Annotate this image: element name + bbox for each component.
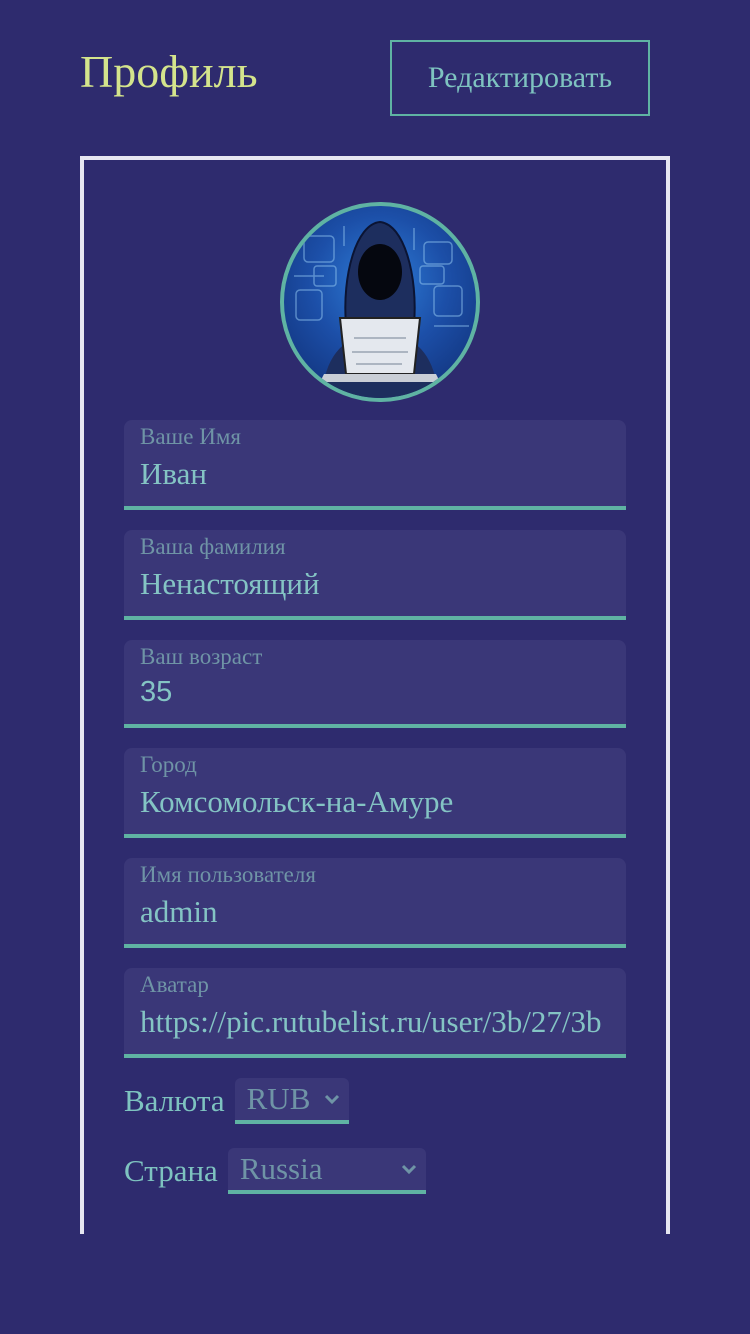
hooded-hacker-avatar-icon	[294, 220, 469, 398]
city-value[interactable]: Комсомольск-на-Амуре	[140, 784, 610, 820]
profile-card: Ваше Имя Иван Ваша фамилия Ненастоящий В…	[80, 156, 670, 1234]
country-row: Страна Russia	[124, 1148, 426, 1194]
city-field[interactable]: Город Комсомольск-на-Амуре	[124, 748, 626, 838]
country-label: Страна	[124, 1153, 218, 1188]
avatar-url-value[interactable]: https://pic.rutubelist.ru/user/3b/27/3b	[140, 1004, 610, 1040]
currency-label: Валюта	[124, 1083, 225, 1118]
avatar[interactable]	[280, 202, 480, 402]
avatar-url-field[interactable]: Аватар https://pic.rutubelist.ru/user/3b…	[124, 968, 626, 1058]
chevron-down-icon	[401, 1164, 416, 1175]
first-name-value[interactable]: Иван	[140, 456, 610, 492]
first-name-label: Ваше Имя	[140, 424, 241, 449]
last-name-value[interactable]: Ненастоящий	[140, 566, 610, 602]
currency-select[interactable]: RUB	[234, 1078, 349, 1124]
country-value: Russia	[239, 1151, 323, 1186]
first-name-field[interactable]: Ваше Имя Иван	[124, 420, 626, 510]
age-value[interactable]: 35	[140, 676, 610, 709]
profile-page: Профиль Редактировать Ваше Имя Иван Ваша…	[0, 0, 750, 1334]
country-select[interactable]: Russia	[227, 1148, 426, 1194]
age-label: Ваш возраст	[140, 644, 263, 669]
username-value[interactable]: admin	[140, 894, 610, 930]
avatar-url-label: Аватар	[140, 972, 209, 997]
last-name-field[interactable]: Ваша фамилия Ненастоящий	[124, 530, 626, 620]
age-field[interactable]: Ваш возраст 35	[124, 640, 626, 728]
username-field[interactable]: Имя пользователя admin	[124, 858, 626, 948]
city-label: Город	[140, 752, 197, 777]
edit-button[interactable]: Редактировать	[390, 40, 650, 116]
last-name-label: Ваша фамилия	[140, 534, 286, 559]
currency-value: RUB	[246, 1081, 311, 1116]
page-title: Профиль	[80, 46, 258, 97]
chevron-down-icon	[324, 1094, 339, 1105]
currency-row: Валюта RUB	[124, 1078, 349, 1124]
username-label: Имя пользователя	[140, 862, 316, 887]
